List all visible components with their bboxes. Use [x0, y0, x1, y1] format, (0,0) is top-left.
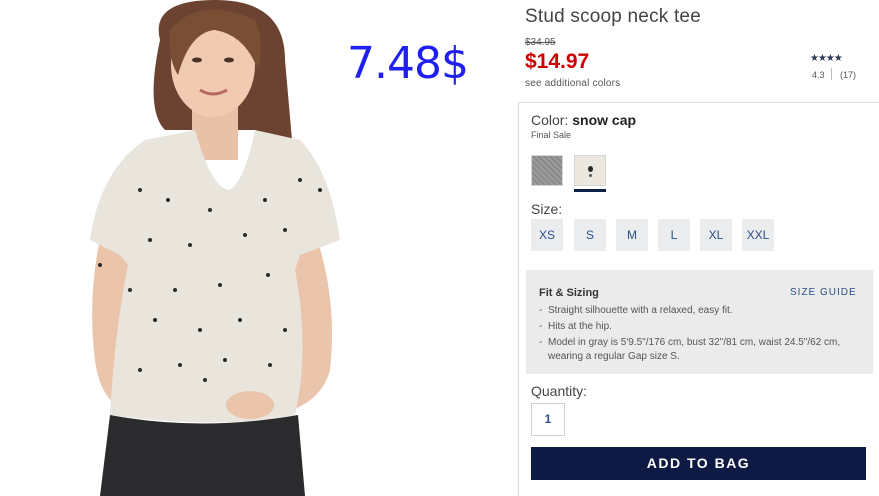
final-sale-note: Final Sale — [531, 130, 572, 140]
sale-price: $14.97 — [525, 50, 590, 73]
list-item: Model in gray is 5'9.5"/176 cm, bust 32"… — [539, 336, 859, 364]
rating-stars-icon[interactable]: ★★★★ — [810, 53, 843, 64]
quantity-label: Quantity: — [531, 383, 588, 399]
size-button-s[interactable]: S — [574, 219, 606, 251]
size-label: Size: — [531, 201, 563, 217]
quantity-input[interactable]: 1 — [531, 403, 565, 436]
stud-icon — [589, 174, 592, 177]
product-title: Stud scoop neck tee — [525, 6, 701, 27]
original-price: $34.95 — [525, 37, 556, 48]
size-button-l[interactable]: L — [658, 219, 690, 251]
review-count-link[interactable]: (17) — [840, 70, 856, 80]
list-item: Straight silhouette with a relaxed, easy… — [539, 304, 859, 318]
selected-color-name: snow cap — [572, 112, 637, 128]
selected-swatch-indicator — [574, 189, 606, 192]
size-button-xxl[interactable]: XXL — [742, 219, 774, 251]
size-button-m[interactable]: M — [616, 219, 648, 251]
stud-icon — [588, 166, 593, 172]
size-button-xl[interactable]: XL — [700, 219, 732, 251]
fit-and-sizing-title: Fit & Sizing — [539, 287, 599, 299]
color-swatch-snow-cap[interactable] — [574, 155, 606, 186]
color-label-text: Color: — [531, 112, 569, 128]
overlay-price-annotation: 7.48$ — [347, 38, 469, 89]
see-additional-colors-link[interactable]: see additional colors — [525, 78, 620, 89]
rating-value: 4.3 — [812, 70, 825, 80]
size-button-xs[interactable]: XS — [531, 219, 563, 251]
fit-details-list: Straight silhouette with a relaxed, easy… — [539, 304, 859, 366]
product-photo: 7.48$ — [0, 0, 500, 496]
list-item: Hits at the hip. — [539, 320, 859, 334]
add-to-bag-button[interactable]: ADD TO BAG — [531, 447, 866, 480]
rating-divider — [831, 68, 832, 80]
color-swatch-gray[interactable] — [531, 155, 563, 186]
color-label: Color: snow cap — [531, 112, 636, 128]
size-guide-link[interactable]: SIZE GUIDE — [790, 287, 857, 298]
